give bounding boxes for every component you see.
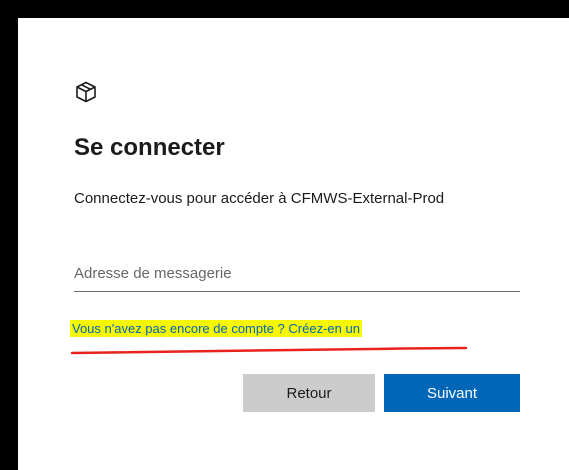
email-field[interactable] (74, 256, 520, 292)
email-field-wrapper (74, 256, 520, 294)
sign-in-dialog: Se connecter Connectez-vous pour accéder… (18, 18, 569, 470)
package-box-icon (76, 81, 96, 103)
back-button[interactable]: Retour (243, 374, 375, 412)
page-title: Se connecter (74, 134, 225, 161)
annotation-underline (70, 346, 468, 355)
next-button[interactable]: Suivant (384, 374, 520, 412)
create-account-link[interactable]: Vous n'avez pas encore de compte ? Créez… (70, 320, 362, 337)
sign-in-description: Connectez-vous pour accéder à CFMWS-Exte… (74, 190, 445, 207)
